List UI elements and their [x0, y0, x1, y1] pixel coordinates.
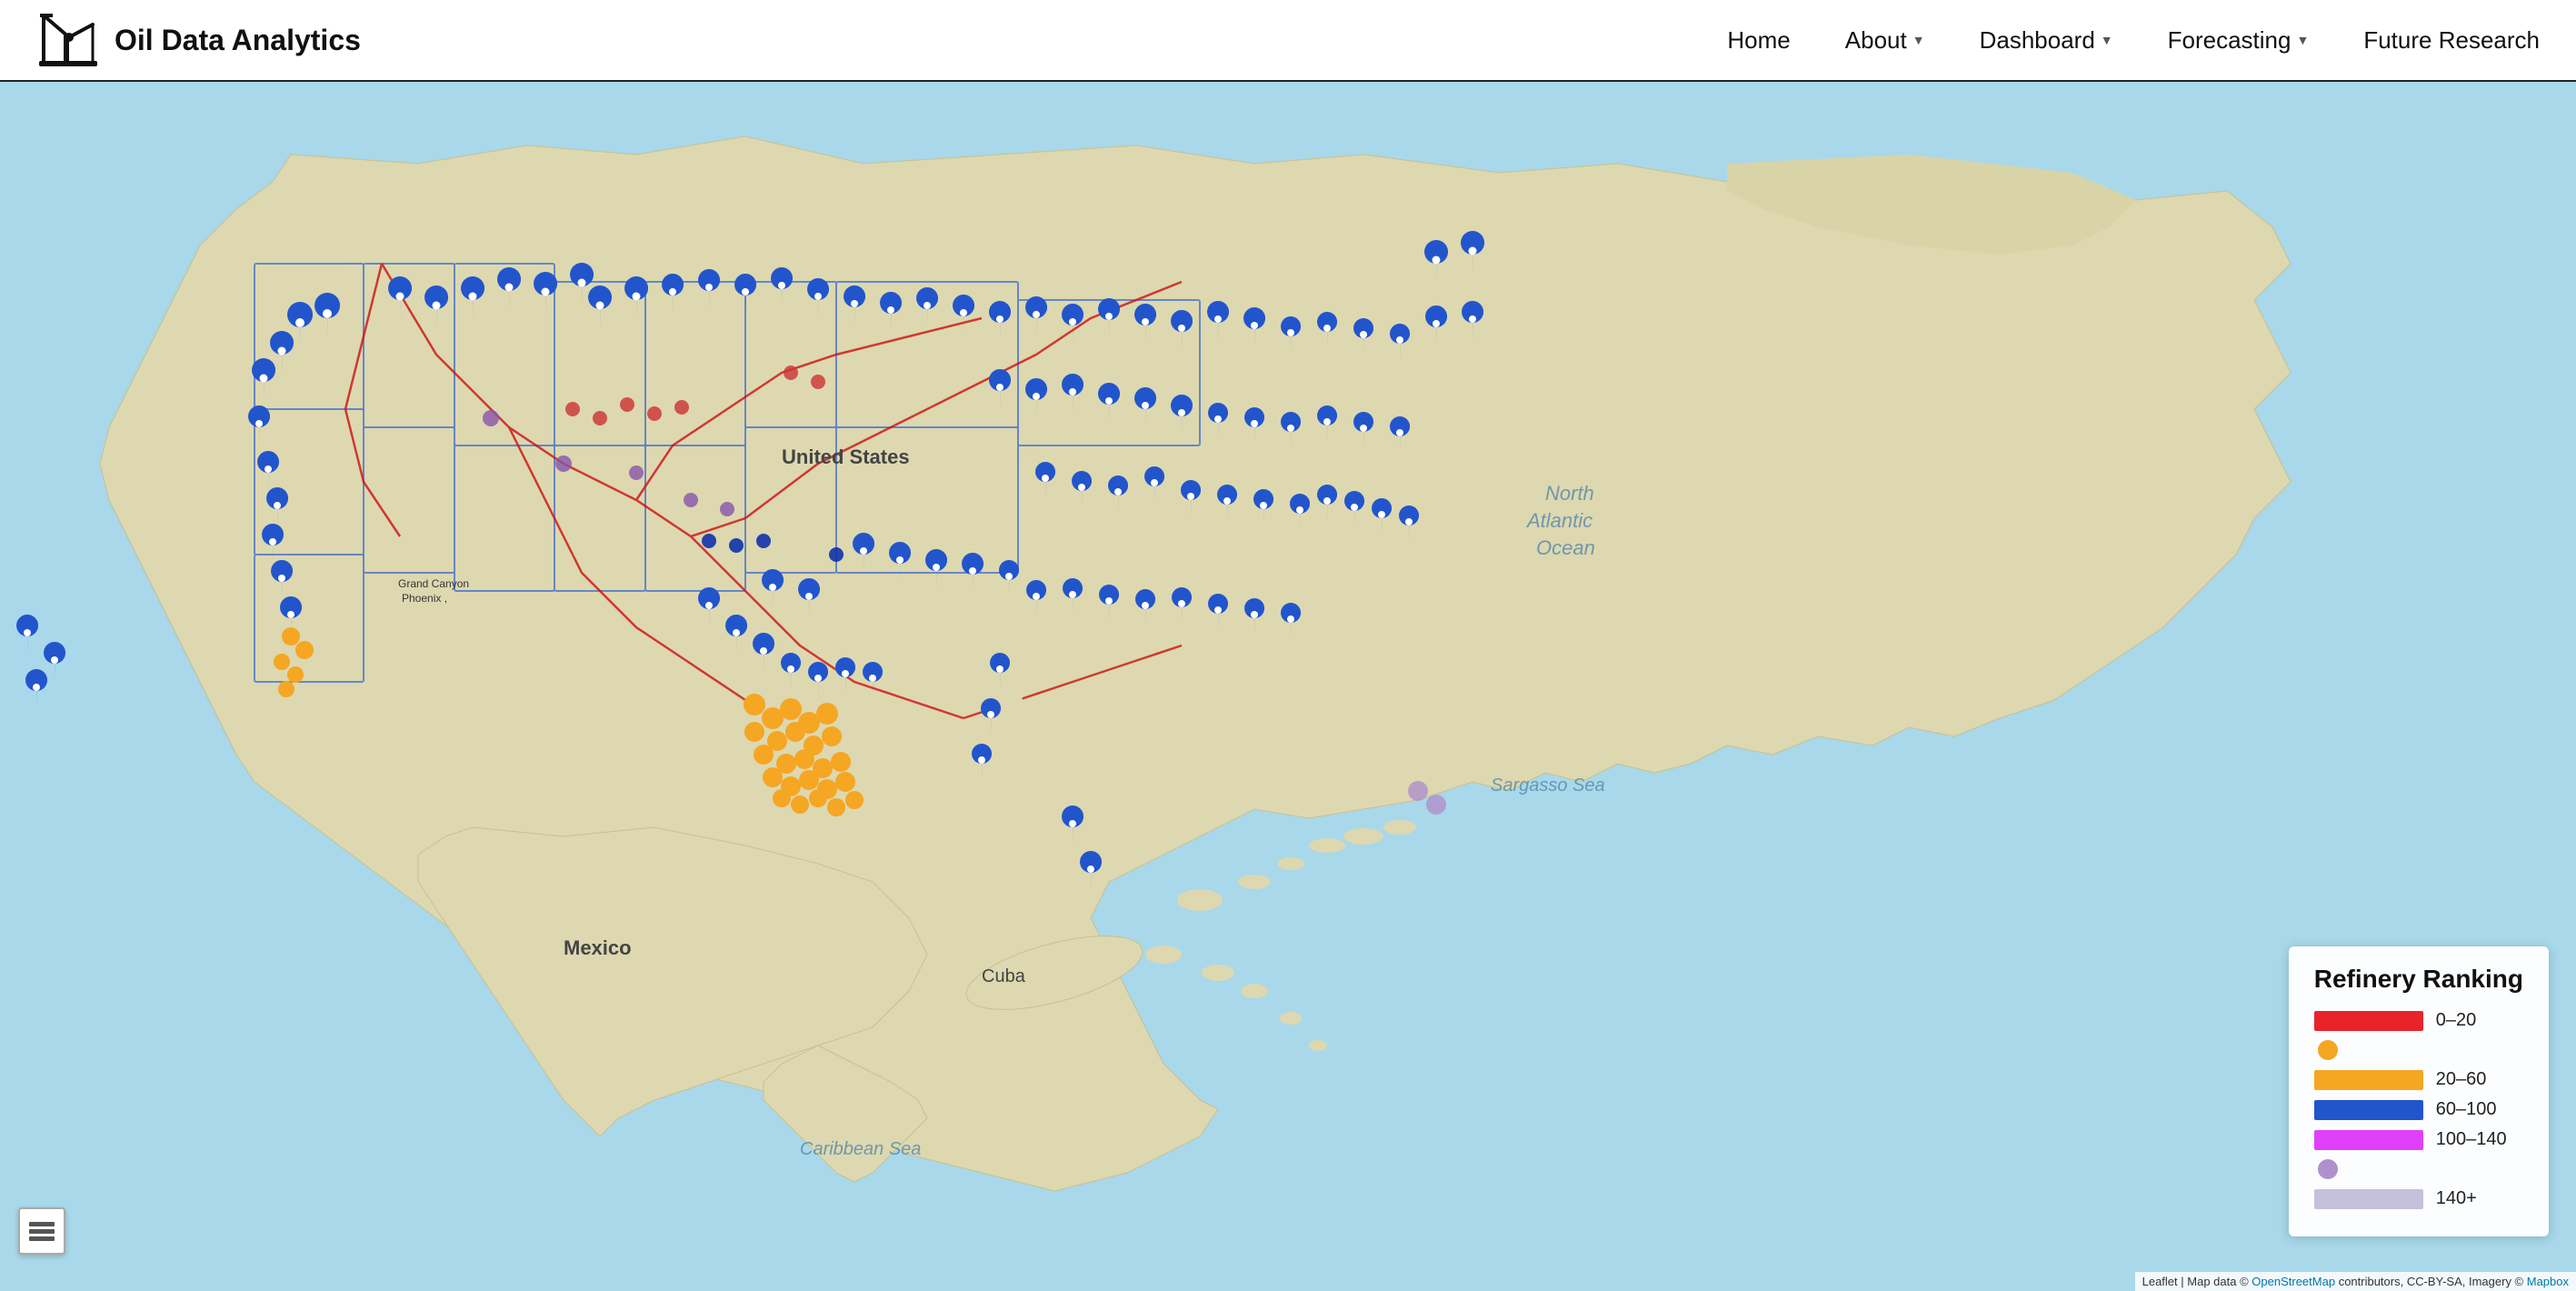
- legend-bar-blue: [2314, 1100, 2423, 1120]
- svg-text:Mexico: Mexico: [564, 936, 632, 959]
- svg-text:Phoenix ,: Phoenix ,: [402, 592, 447, 605]
- map-attribution: Leaflet | Map data © OpenStreetMap contr…: [2135, 1272, 2576, 1291]
- legend-row-20-60-dot: [2314, 1040, 2523, 1060]
- nav-future-research[interactable]: Future Research: [2363, 26, 2540, 55]
- legend-label-60-100: 60–100: [2436, 1099, 2497, 1120]
- legend-row-140-dot: [2314, 1159, 2523, 1179]
- navbar: Oil Data Analytics Home About ▼ Dashboar…: [0, 0, 2576, 82]
- svg-text:Grand Canyon: Grand Canyon: [398, 577, 469, 590]
- nav-dashboard[interactable]: Dashboard ▼: [1980, 26, 2113, 55]
- svg-text:North: North: [1545, 482, 1594, 505]
- legend-row-140-plus: 140+: [2314, 1188, 2523, 1209]
- map-container[interactable]: United States Mexico Cuba North Atlantic…: [0, 82, 2576, 1291]
- legend-label-140-plus: 140+: [2436, 1188, 2477, 1209]
- legend-label-100-140: 100–140: [2436, 1129, 2507, 1150]
- legend-bar-red: [2314, 1011, 2423, 1031]
- about-caret: ▼: [1912, 33, 1925, 47]
- legend-dot-orange: [2318, 1040, 2338, 1060]
- layer-control[interactable]: [18, 1207, 65, 1255]
- legend-title: Refinery Ranking: [2314, 965, 2523, 994]
- osm-link[interactable]: OpenStreetMap: [2252, 1275, 2335, 1288]
- map-svg: United States Mexico Cuba North Atlantic…: [0, 82, 2576, 1291]
- nav-home[interactable]: Home: [1727, 26, 1790, 55]
- legend: Refinery Ranking 0–20 20–60 60–100 100–1…: [2289, 946, 2549, 1236]
- legend-bar-lavender: [2314, 1189, 2423, 1209]
- legend-label-20-60: 20–60: [2436, 1069, 2487, 1090]
- nav-forecasting[interactable]: Forecasting ▼: [2168, 26, 2310, 55]
- svg-text:Ocean: Ocean: [1536, 536, 1595, 559]
- forecasting-caret: ▼: [2296, 33, 2309, 47]
- brand-icon: [36, 8, 100, 72]
- svg-text:Sargasso Sea: Sargasso Sea: [1491, 776, 1605, 796]
- dashboard-caret: ▼: [2101, 33, 2113, 47]
- brand-title: Oil Data Analytics: [115, 24, 361, 57]
- main-nav: Home About ▼ Dashboard ▼ Forecasting ▼ F…: [1727, 26, 2540, 55]
- nav-about[interactable]: About ▼: [1845, 26, 1925, 55]
- legend-row-60-100: 60–100: [2314, 1099, 2523, 1120]
- legend-dot-lavender: [2318, 1159, 2338, 1179]
- svg-text:Cuba: Cuba: [982, 966, 1026, 986]
- brand: Oil Data Analytics: [36, 8, 361, 72]
- legend-row-100-140: 100–140: [2314, 1129, 2523, 1150]
- legend-bar-pink: [2314, 1130, 2423, 1150]
- svg-text:United States: United States: [782, 445, 910, 468]
- legend-row-0-20: 0–20: [2314, 1010, 2523, 1031]
- legend-label-0-20: 0–20: [2436, 1010, 2477, 1031]
- svg-text:Atlantic: Atlantic: [1525, 509, 1593, 532]
- layers-icon: [29, 1218, 55, 1244]
- legend-bar-orange: [2314, 1070, 2423, 1090]
- legend-row-20-60: 20–60: [2314, 1069, 2523, 1090]
- svg-text:Caribbean Sea: Caribbean Sea: [800, 1139, 921, 1159]
- mapbox-link[interactable]: Mapbox: [2527, 1275, 2569, 1288]
